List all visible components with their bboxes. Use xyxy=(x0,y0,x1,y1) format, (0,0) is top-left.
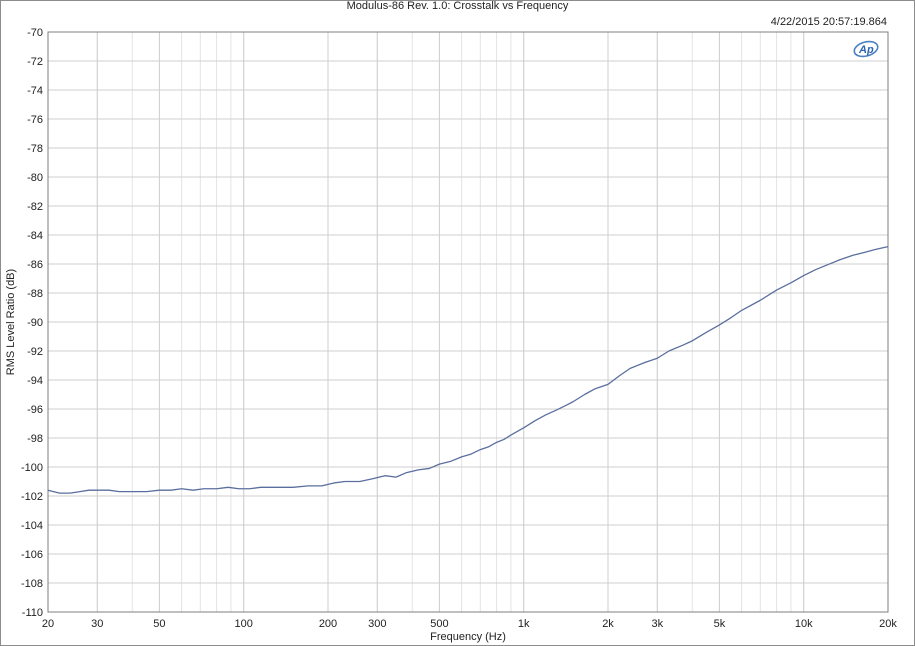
y-tick-label: -88 xyxy=(27,288,43,300)
x-tick-label: 50 xyxy=(153,618,165,630)
y-tick-label: -104 xyxy=(21,520,43,532)
series-layer xyxy=(47,245,889,494)
y-axis-ticks: -70 -72 -74 -76 -78 -80 -82 -84 -86 -88 -90 -92 -94 -… xyxy=(21,27,43,619)
y-tick-label: -80 xyxy=(27,172,43,184)
y-tick-label: -102 xyxy=(21,491,43,503)
y-tick-label: -86 xyxy=(27,259,43,271)
x-tick-label: 1k xyxy=(518,618,530,630)
y-tick-label: -98 xyxy=(27,433,43,445)
x-tick-label: 5k xyxy=(714,618,726,630)
x-tick-label: 300 xyxy=(368,618,386,630)
crosstalk-chart: -70 -72 -74 -76 -78 -80 -82 -84 -86 -88 -90 -92 -94 -… xyxy=(5,27,897,643)
y-tick-label: -78 xyxy=(27,143,43,155)
x-tick-label: 2k xyxy=(602,618,614,630)
x-tick-label: 20k xyxy=(879,618,897,630)
y-tick-label: -74 xyxy=(27,85,43,97)
x-tick-label: 3k xyxy=(651,618,663,630)
y-tick-label: -92 xyxy=(27,346,43,358)
y-tick-label: -100 xyxy=(21,462,43,474)
y-tick-label: -90 xyxy=(27,317,43,329)
x-tick-label: 30 xyxy=(91,618,103,630)
y-tick-label: -108 xyxy=(21,578,43,590)
y-tick-label: -94 xyxy=(27,375,43,387)
y-axis-label: RMS Level Ratio (dB) xyxy=(5,269,17,375)
y-tick-label: -76 xyxy=(27,114,43,126)
x-tick-label: 100 xyxy=(235,618,253,630)
x-tick-label: 200 xyxy=(319,618,337,630)
y-tick-label: -72 xyxy=(27,56,43,68)
x-axis-label: Frequency (Hz) xyxy=(430,631,506,643)
x-tick-label: 10k xyxy=(795,618,813,630)
y-tick-label: -70 xyxy=(27,27,43,39)
y-tick-label: -96 xyxy=(27,404,43,416)
y-tick-label: -82 xyxy=(27,201,43,213)
x-tick-label: 20 xyxy=(42,618,54,630)
x-tick-label: 500 xyxy=(430,618,448,630)
y-tick-label: -84 xyxy=(27,230,43,242)
major-grid xyxy=(47,31,889,613)
x-axis-ticks: 20 30 50 100 200 300 500 1k 2k 3k 5k 10k 20k xyxy=(42,618,897,630)
y-tick-label: -110 xyxy=(22,607,43,619)
crosstalk-series-line xyxy=(47,245,889,494)
y-tick-label: -106 xyxy=(21,549,43,561)
